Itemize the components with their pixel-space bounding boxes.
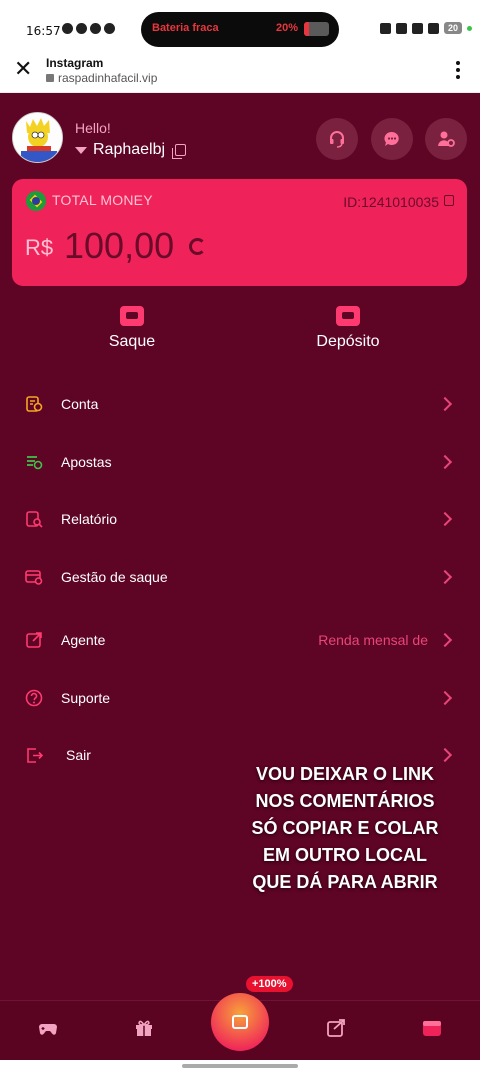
caret-down-icon [75, 146, 87, 154]
system-icons: 20 [379, 22, 472, 34]
battery-icon [304, 22, 329, 36]
wallet-icon [232, 1015, 248, 1029]
telegram-icon [62, 23, 73, 34]
currency-symbol: R$ [25, 235, 54, 260]
menu-item-agente[interactable]: Agente Renda mensal de [0, 620, 480, 660]
menu-item-gestao-de-saque[interactable]: Gestão de saque [0, 557, 480, 597]
menu-item-label: Sair [66, 747, 91, 763]
refresh-icon[interactable] [189, 238, 206, 255]
customer-service-button[interactable] [316, 118, 358, 160]
bottom-nav: +100% [0, 976, 480, 1060]
wallet-card: TOTAL MONEY ID:1241010035 R$ 100,00 [12, 179, 467, 286]
messenger-icon [104, 23, 115, 34]
status-bar: 16:57 Bateria fraca 20% 20 [0, 0, 480, 52]
chevron-right-icon [437, 511, 453, 527]
username: Raphaelbj [93, 141, 166, 158]
withdraw-button[interactable]: Saque [104, 306, 160, 351]
messages-button[interactable] [371, 118, 413, 160]
chevron-right-icon [437, 454, 453, 470]
bonus-badge: +100% [246, 976, 293, 992]
menu-item-suporte[interactable]: Suporte [0, 678, 480, 718]
signal-icon [411, 22, 423, 34]
greeting: Hello! [75, 120, 111, 136]
home-indicator[interactable] [0, 1060, 480, 1078]
gamepad-icon[interactable] [38, 1019, 58, 1037]
signal-icon [427, 22, 439, 34]
wallet-center-button[interactable] [211, 993, 269, 1051]
battery-percent: 20% [276, 22, 299, 34]
menu-item-label: Conta [61, 396, 99, 412]
menu-item-label: Gestão de saque [61, 569, 168, 585]
menu-item-apostas[interactable]: Apostas [0, 442, 480, 482]
logout-icon [27, 748, 43, 763]
battery-warning-pill: Bateria fraca 20% [141, 12, 339, 47]
headset-icon [330, 131, 344, 148]
battery-badge: 20 [443, 22, 462, 34]
deposit-label: Depósito [316, 333, 380, 350]
status-time: 16:57 [26, 24, 61, 38]
share-icon[interactable] [326, 1019, 346, 1037]
privacy-dot [467, 25, 472, 31]
caption-line: QUE DÁ PARA ABRIR [252, 872, 438, 892]
chat-icon [384, 131, 399, 146]
browser-title: Instagram [46, 56, 104, 70]
menu-item-conta[interactable]: Conta [0, 384, 480, 424]
account-icon [26, 396, 43, 412]
menu-item-label: Relatório [61, 511, 118, 527]
copy-icon[interactable] [172, 144, 187, 159]
wifi-icon [395, 22, 407, 34]
withdraw-label: Saque [108, 333, 156, 350]
bets-icon [27, 456, 43, 470]
monthly-income-text: Renda mensal de [318, 632, 428, 648]
alarm-icon [379, 22, 391, 34]
app-screen: Hello! Raphaelbj TOTAL MONEY ID:12410100… [0, 93, 480, 1060]
chevron-right-icon [437, 396, 453, 412]
brazil-flag-icon [26, 191, 46, 211]
notification-icons [62, 23, 115, 34]
chevron-right-icon [437, 632, 453, 648]
agent-icon [26, 632, 42, 648]
telegram-icon [90, 23, 101, 34]
deposit-button[interactable]: Depósito [310, 306, 386, 351]
url-text: raspadinhafacil.vip [58, 71, 158, 85]
withdraw-icon [120, 306, 144, 326]
chevron-right-icon [437, 747, 453, 763]
browser-url[interactable]: raspadinhafacil.vip [46, 71, 157, 85]
profile-settings-button[interactable] [425, 118, 467, 160]
more-options-icon[interactable] [456, 61, 460, 79]
deposit-icon [336, 306, 360, 326]
balance-amount: 100,00 [64, 225, 175, 266]
lock-icon [46, 74, 54, 82]
menu-item-label: Suporte [61, 690, 111, 706]
caption-line: EM OUTRO LOCAL [263, 845, 427, 865]
wallet-label: TOTAL MONEY [52, 192, 153, 208]
caption-line: NOS COMENTÁRIOS [255, 791, 435, 811]
video-caption-overlay: VOU DEIXAR O LINK NOS COMENTÁRIOS SÓ COP… [226, 761, 464, 896]
wallet-tab-icon[interactable] [422, 1019, 442, 1037]
chevron-right-icon [437, 569, 453, 585]
copy-id-icon[interactable] [444, 195, 454, 206]
caption-line: SÓ COPIAR E COLAR [251, 818, 439, 838]
withdraw-management-icon [25, 570, 43, 585]
user-settings-icon [438, 131, 455, 147]
in-app-browser-bar: ✕ Instagram raspadinhafacil.vip [0, 52, 480, 93]
chevron-right-icon [437, 690, 453, 706]
report-icon [26, 511, 43, 528]
caption-line: VOU DEIXAR O LINK [255, 764, 434, 784]
menu-item-label: Apostas [61, 454, 112, 470]
username-row[interactable]: Raphaelbj [75, 141, 187, 159]
user-id: ID:1241010035 [343, 194, 439, 210]
gift-icon[interactable] [134, 1019, 154, 1037]
menu-item-label: Agente [61, 632, 106, 648]
battery-warning-text: Bateria fraca [152, 22, 219, 34]
avatar[interactable] [12, 112, 63, 163]
whatsapp-icon [76, 23, 87, 34]
close-icon[interactable]: ✕ [14, 58, 32, 80]
menu-item-relatorio[interactable]: Relatório [0, 499, 480, 539]
support-icon [25, 689, 43, 707]
